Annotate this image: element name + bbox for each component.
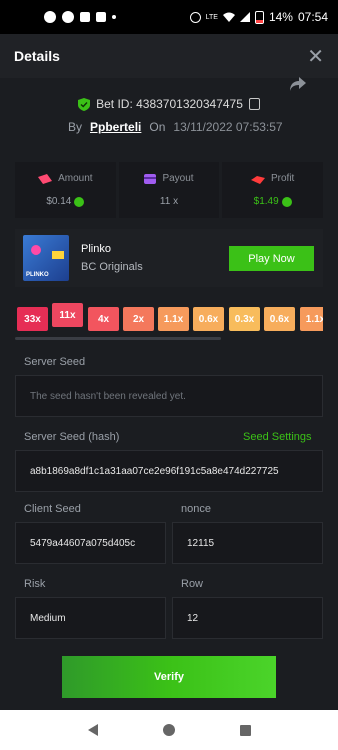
by-label: By [68, 120, 83, 134]
client-seed-label: Client Seed [24, 503, 81, 515]
row-field[interactable]: 12 [172, 597, 323, 639]
multiplier-chip: 1.1x [158, 307, 189, 331]
amount-icon [38, 173, 53, 184]
app-icon-2 [96, 12, 106, 22]
multiplier-chip: 0.3x [229, 307, 260, 331]
details-header: Details ✕ [0, 34, 338, 78]
multiplier-chip: 0.6x [193, 307, 224, 331]
alarm-icon [189, 11, 201, 23]
bet-id-row: Bet ID: 4383701320347475 [0, 97, 338, 111]
multiplier-chip: 1.1x [300, 307, 323, 331]
home-icon[interactable] [162, 724, 175, 736]
multiplier-scrollbar[interactable] [15, 337, 221, 340]
profit-value: $1.49 [253, 196, 279, 207]
copy-icon[interactable] [248, 98, 260, 110]
server-seed-hash-field[interactable]: a8b1869a8df1c1a31aa07ce2e96f191c5a8e474d… [15, 450, 323, 492]
game-name: Plinko [81, 243, 111, 255]
amount-value: $0.14 [46, 196, 72, 207]
multiplier-strip[interactable]: 33x 11x 4x 2x 1.1x 0.6x 0.3x 0.6x 1.1x [15, 300, 323, 334]
back-icon[interactable] [87, 724, 98, 736]
share-icon[interactable] [290, 77, 306, 91]
close-icon[interactable]: ✕ [307, 44, 324, 69]
clock: 07:54 [297, 10, 328, 24]
recent-apps-icon[interactable] [239, 724, 251, 736]
profit-label: Profit [271, 173, 295, 184]
thumbnail-label: PLINKO [26, 272, 49, 278]
payout-label: Payout [162, 173, 194, 184]
server-seed-field: The seed hasn't been revealed yet. [15, 375, 323, 417]
bet-byline: By Ppberteli On 13/11/2022 07:53:57 [68, 120, 283, 134]
signal-icon [239, 12, 250, 22]
plinko-thumbnail: PLINKO [23, 235, 69, 281]
page-title: Details [14, 48, 60, 64]
bet-id: Bet ID: 4383701320347475 [96, 97, 243, 111]
payout-icon [144, 173, 157, 184]
battery-percent: 14% [268, 10, 293, 24]
multiplier-chip: 11x [52, 303, 83, 327]
stat-payout: Payout 11 x [118, 162, 220, 218]
amount-label: Amount [58, 173, 93, 184]
seed-settings-link[interactable]: Seed Settings [243, 431, 312, 443]
user-link[interactable]: Ppberteli [90, 120, 141, 134]
status-icons-left [44, 11, 116, 23]
risk-label: Risk [24, 578, 46, 590]
wifi-icon [222, 12, 235, 22]
app-icon [80, 12, 90, 22]
currency-icon [74, 196, 85, 207]
nonce-field[interactable]: 12115 [172, 522, 323, 564]
verify-button[interactable]: Verify [62, 656, 276, 698]
bet-stats: Amount $0.14 Payout 11 x Profit $1.49 [15, 162, 324, 218]
battery-icon [254, 10, 264, 24]
multiplier-chip: 4x [88, 307, 119, 331]
risk-field[interactable]: Medium [15, 597, 166, 639]
multiplier-chip: 33x [17, 307, 48, 331]
network-type: LTE [205, 13, 218, 21]
telegram-icon [44, 11, 56, 23]
game-card: PLINKO Plinko BC Originals Play Now [15, 229, 323, 287]
status-bar: LTE 14% 07:54 [0, 0, 338, 34]
whatsapp-icon [62, 11, 74, 23]
nonce-label: nonce [181, 503, 211, 515]
stat-profit: Profit $1.49 [222, 162, 324, 218]
stat-amount: Amount $0.14 [15, 162, 116, 218]
game-category: BC Originals [81, 261, 143, 273]
play-now-button[interactable]: Play Now [229, 246, 314, 271]
multiplier-chip: 2x [123, 307, 154, 331]
server-seed-hash-label: Server Seed (hash) [24, 431, 120, 443]
client-seed-field[interactable]: 5479a44607a075d405c [15, 522, 166, 564]
row-label: Row [181, 578, 204, 590]
system-nav-bar [0, 710, 338, 750]
multiplier-chip: 0.6x [264, 307, 295, 331]
payout-value: 11 x [159, 196, 179, 207]
currency-icon [281, 196, 292, 207]
on-label: On [149, 120, 166, 134]
bet-date: 13/11/2022 07:53:57 [173, 120, 283, 134]
verified-shield-icon [78, 97, 91, 111]
server-seed-label: Server Seed [24, 356, 86, 368]
more-notifications-icon [112, 15, 116, 19]
status-icons-right: LTE 14% 07:54 [189, 10, 328, 24]
profit-icon [251, 175, 265, 184]
